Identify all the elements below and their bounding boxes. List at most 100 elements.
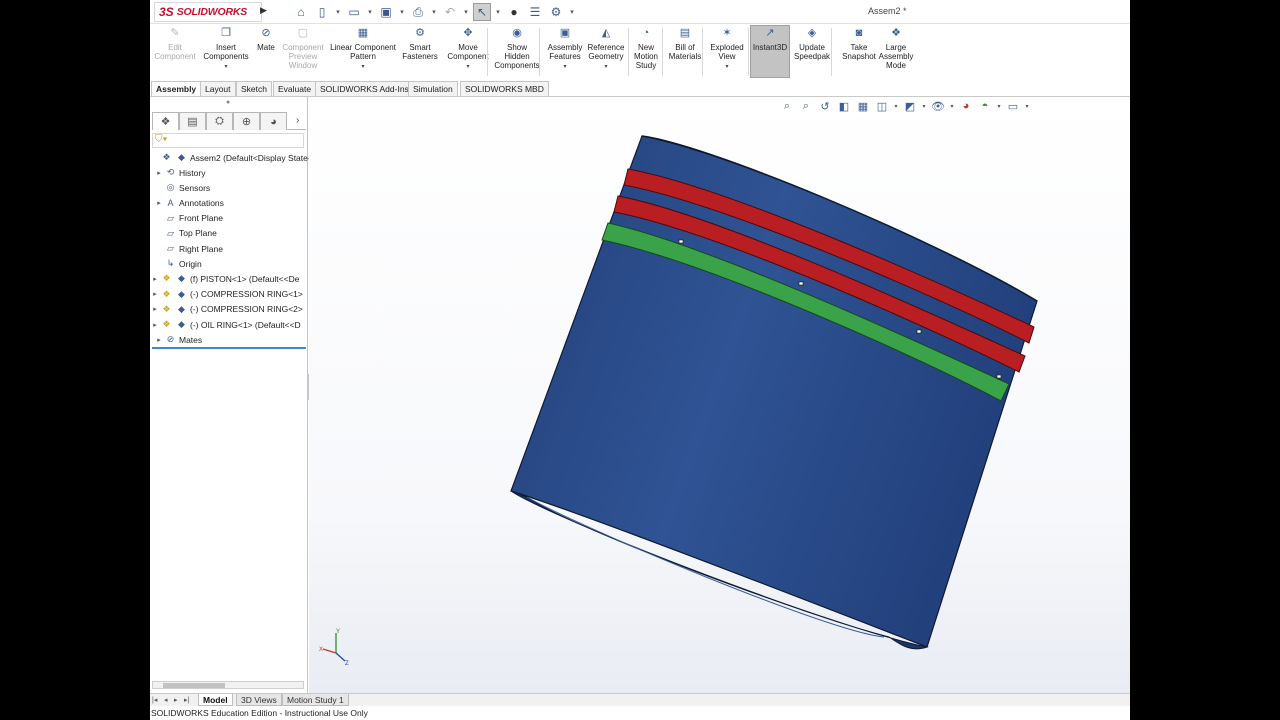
linear-pattern-button[interactable]: ▦ Linear Component Pattern ▾: [328, 26, 398, 72]
expand-arrow-icon[interactable]: ▸: [154, 336, 164, 344]
speedpak-button[interactable]: ◈ Update Speedpak: [792, 26, 832, 62]
displaymanager-icon[interactable]: ◕: [260, 112, 287, 130]
tree-item-compression-ring-2[interactable]: ▸ ❖ ◆ (-) COMPRESSION RING<2>: [150, 302, 303, 317]
tab-sketch[interactable]: Sketch: [236, 81, 272, 96]
tree-item-assembly-root[interactable]: ❖ ◆ Assem2 (Default<Display State-1: [150, 150, 315, 165]
expand-arrow-icon[interactable]: ▸: [150, 290, 160, 298]
undo-dropdown-icon[interactable]: ▾: [462, 3, 470, 21]
propertymanager-icon[interactable]: ▤: [179, 112, 206, 130]
title-bar: 3S SOLIDWORKS ▶ ⌂ ▯ ▾ ▭ ▾ ▣ ▾ ⎙ ▾ ↶ ▾ ↖ …: [150, 0, 1130, 24]
tree-item-annotations[interactable]: ▸ A Annotations: [154, 195, 224, 210]
tree-item-history[interactable]: ▸ ⟲ History: [154, 165, 205, 180]
expand-arrow-icon[interactable]: ▸: [154, 169, 164, 177]
insert-components-button[interactable]: ❐ Insert Components ▾: [202, 26, 250, 72]
command-dropdown-icon[interactable]: ▾: [604, 63, 607, 72]
tree-item-right-plane[interactable]: ▱ Right Plane: [154, 241, 223, 256]
new-dropdown-icon[interactable]: ▾: [334, 3, 342, 21]
motion-study-button[interactable]: ◔ New Motion Study: [630, 26, 662, 71]
file-properties-icon[interactable]: ☰: [526, 3, 544, 21]
instant3d-button[interactable]: ↗ Instant3D: [750, 25, 790, 78]
piston-assembly-model[interactable]: [309, 97, 1130, 693]
bottom-tab-model[interactable]: Model: [198, 694, 233, 706]
solidworks-menu-button[interactable]: 3S SOLIDWORKS: [154, 2, 262, 22]
move-component-button[interactable]: ✥ Move Component ▾: [446, 26, 490, 72]
options-icon[interactable]: ⚙: [547, 3, 565, 21]
command-dropdown-icon[interactable]: ▾: [361, 63, 364, 72]
assembly-features-button[interactable]: ▣ Assembly Features ▾: [546, 26, 584, 72]
options-dropdown-icon[interactable]: ▾: [568, 3, 576, 21]
tab-solidworks-mbd[interactable]: SOLIDWORKS MBD: [460, 81, 549, 96]
bottom-tabs-bar: |◂ ◂ ▸ ▸| Model 3D Views Motion Study 1: [150, 693, 1130, 706]
rebuild-icon[interactable]: ●: [505, 3, 523, 21]
tree-item-origin[interactable]: ↳ Origin: [154, 256, 202, 271]
print-dropdown-icon[interactable]: ▾: [430, 3, 438, 21]
triad-z-label: Z: [345, 661, 349, 667]
large-assembly-button[interactable]: ❖ Large Assembly Mode: [876, 26, 916, 71]
command-dropdown-icon[interactable]: ▾: [563, 63, 566, 72]
save-icon[interactable]: ▣: [377, 3, 395, 21]
bottom-tab-3d-views[interactable]: 3D Views: [236, 694, 282, 706]
ribbon-separator: [702, 28, 703, 76]
tab-nav-prev-icon[interactable]: ◂: [164, 694, 168, 706]
open-dropdown-icon[interactable]: ▾: [366, 3, 374, 21]
command-dropdown-icon[interactable]: ▾: [224, 63, 227, 72]
command-dropdown-icon[interactable]: ▾: [466, 63, 469, 72]
tree-item-mates[interactable]: ▸ ⊘ Mates: [154, 332, 202, 347]
reference-geometry-button[interactable]: ◭ Reference Geometry ▾: [586, 26, 626, 72]
tab-assembly[interactable]: Assembly: [151, 81, 202, 96]
reference-triad[interactable]: Y X Z: [319, 627, 359, 667]
expand-arrow-icon[interactable]: ▸: [154, 199, 164, 207]
bottom-tab-motion-study-1[interactable]: Motion Study 1: [282, 694, 349, 706]
undo-icon[interactable]: ↶: [441, 3, 459, 21]
print-icon[interactable]: ⎙: [409, 3, 427, 21]
scrollbar-thumb[interactable]: [163, 683, 225, 688]
component-preview-button[interactable]: ▢ Component Preview Window: [280, 26, 326, 71]
tree-item-compression-ring-1[interactable]: ▸ ❖ ◆ (-) COMPRESSION RING<1>: [150, 287, 303, 302]
tab-solidworks-add-ins[interactable]: SOLIDWORKS Add-Ins: [315, 81, 414, 96]
show-hidden-button[interactable]: ◉ Show Hidden Components: [492, 26, 542, 71]
graphics-area[interactable]: ⌕ ⌕ ↺ ◧ ▦ ◫ ▾ ◩ ▾ 👁 ▾ ◕ ◓ ▾ ▭ ▾ Y X Z: [309, 97, 1130, 693]
tree-item-sensors[interactable]: ◎ Sensors: [154, 180, 211, 195]
more-tabs-arrow-icon[interactable]: ›: [296, 115, 299, 126]
tab-nav-last-icon[interactable]: ▸|: [184, 694, 189, 706]
tab-layout[interactable]: Layout: [200, 81, 236, 96]
part-icon: ❖: [162, 303, 171, 314]
bill-of-materials-button[interactable]: ▤ Bill of Materials: [666, 26, 704, 62]
dimxpert-icon[interactable]: ⊕: [233, 112, 260, 130]
expand-arrow-icon[interactable]: ▸: [150, 321, 160, 329]
home-icon[interactable]: ⌂: [292, 3, 310, 21]
expand-arrow-icon[interactable]: ▸: [150, 275, 160, 283]
tab-nav-first-icon[interactable]: |◂: [152, 694, 157, 706]
snapshot-button[interactable]: ◙ Take Snapshot: [842, 26, 876, 62]
save-dropdown-icon[interactable]: ▾: [398, 3, 406, 21]
select-dropdown-icon[interactable]: ▾: [494, 3, 502, 21]
tab-evaluate[interactable]: Evaluate: [273, 81, 317, 96]
menu-expand-arrow-icon[interactable]: ▶: [260, 5, 267, 16]
exploded-view-button[interactable]: ✶ Exploded View ▾: [706, 26, 748, 72]
command-label: Smart Fasteners: [402, 43, 438, 61]
mate-button[interactable]: ⊘ Mate: [254, 26, 278, 53]
smart-fasteners-button[interactable]: ⚙ Smart Fasteners: [400, 26, 440, 62]
panel-grip-icon[interactable]: ●: [226, 99, 230, 106]
tab-nav-next-icon[interactable]: ▸: [174, 694, 178, 706]
configurationmanager-icon[interactable]: ⛭: [206, 112, 233, 130]
edit-component-icon: ✎: [170, 27, 180, 39]
command-dropdown-icon[interactable]: ▾: [725, 63, 728, 72]
component-icon: ◆: [178, 319, 185, 329]
tab-simulation[interactable]: Simulation: [408, 81, 458, 96]
open-icon[interactable]: ▭: [345, 3, 363, 21]
edit-component-button[interactable]: ✎ Edit Component: [154, 26, 195, 62]
tree-item-oil-ring-1-default-d[interactable]: ▸ ❖ ◆ (-) OIL RING<1> (Default<<D: [150, 317, 300, 332]
tree-item-f-piston-1-default-de[interactable]: ▸ ❖ ◆ (f) PISTON<1> (Default<<De: [150, 271, 299, 286]
featuremanager-icon[interactable]: ❖: [152, 112, 179, 130]
horizontal-scrollbar[interactable]: [152, 681, 304, 689]
select-icon[interactable]: ↖: [473, 3, 491, 21]
tree-item-front-plane[interactable]: ▱ Front Plane: [154, 211, 223, 226]
tree-filter[interactable]: ⛉▾: [152, 133, 304, 148]
tree-item-top-plane[interactable]: ▱ Top Plane: [154, 226, 217, 241]
expand-arrow-icon[interactable]: ▸: [150, 305, 160, 313]
show-hidden-icon: ◉: [512, 27, 522, 39]
new-document-icon[interactable]: ▯: [313, 3, 331, 21]
piston-body[interactable]: [510, 135, 1038, 650]
filter-icon[interactable]: ⛉▾: [155, 134, 167, 145]
